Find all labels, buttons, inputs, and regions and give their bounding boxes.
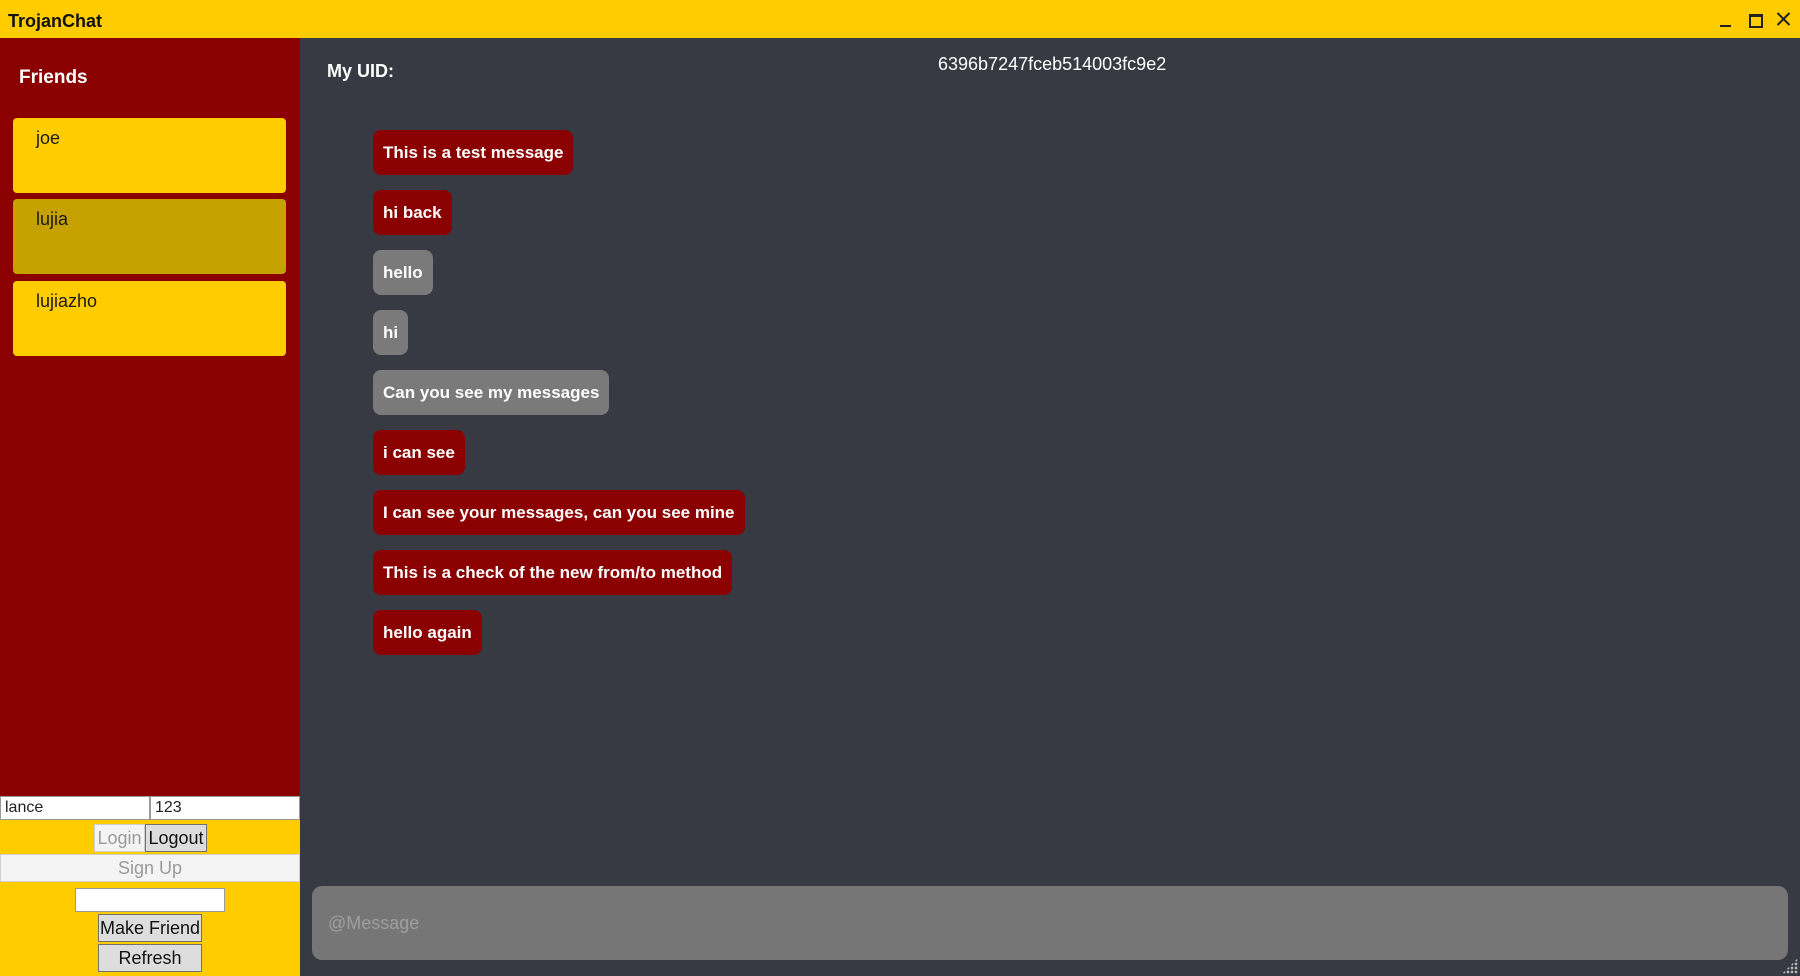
message-bubble: hi back: [373, 190, 452, 235]
make-friend-button[interactable]: Make Friend: [98, 914, 202, 942]
friend-name: joe: [36, 128, 61, 148]
password-input[interactable]: [150, 796, 300, 820]
friend-name: lujia: [36, 209, 69, 229]
message-bubble: This is a test message: [373, 130, 574, 175]
username-input[interactable]: [0, 796, 150, 820]
message-bubble: Can you see my messages: [373, 370, 610, 415]
login-panel: Login Logout Sign Up Make Friend Refresh: [0, 796, 300, 976]
close-icon[interactable]: [1773, 8, 1795, 30]
logout-button[interactable]: Logout: [145, 824, 207, 852]
message-bubble: hello: [373, 250, 433, 295]
message-bubble: This is a check of the new from/to metho…: [373, 550, 733, 595]
refresh-button[interactable]: Refresh: [98, 944, 202, 972]
app-title: TrojanChat: [8, 11, 103, 31]
friend-item-lujiazho[interactable]: lujiazho: [13, 281, 286, 356]
title-bar: TrojanChat: [0, 0, 1800, 38]
maximize-icon[interactable]: [1744, 8, 1766, 30]
friend-item-lujia[interactable]: lujia: [13, 199, 286, 274]
minimize-icon[interactable]: [1714, 8, 1736, 30]
message-input[interactable]: @Message: [312, 886, 1788, 960]
friend-item-joe[interactable]: joe: [13, 118, 286, 193]
friends-heading: Friends: [19, 67, 88, 88]
message-bubble: hello again: [373, 610, 482, 655]
uid-label: My UID:: [327, 61, 394, 81]
add-friend-input[interactable]: [75, 888, 225, 912]
uid-value: 6396b7247fceb514003fc9e2: [938, 54, 1167, 74]
resize-grip-icon[interactable]: [1782, 958, 1798, 974]
message-placeholder: @Message: [328, 912, 420, 933]
message-bubble: hi: [373, 310, 409, 355]
login-button[interactable]: Login: [94, 824, 145, 852]
signup-button[interactable]: Sign Up: [0, 854, 300, 882]
friend-name: lujiazho: [36, 291, 98, 311]
message-bubble: I can see your messages, can you see min…: [373, 490, 745, 535]
message-bubble: i can see: [373, 430, 465, 475]
